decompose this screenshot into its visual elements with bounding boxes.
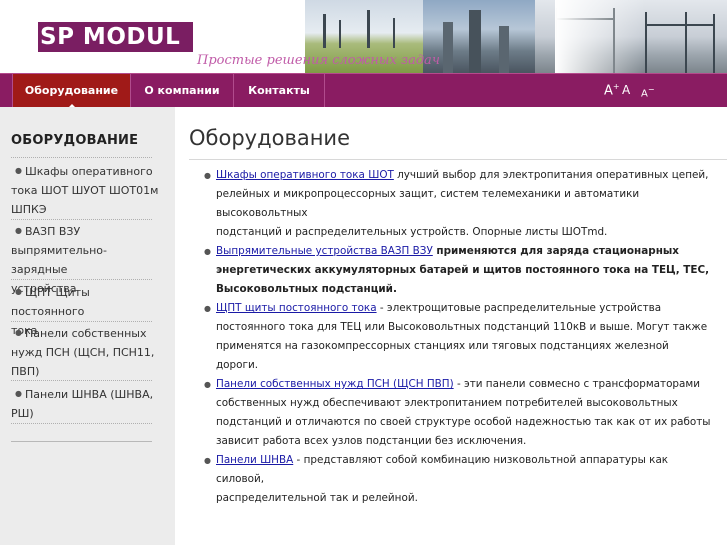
equipment-list: ● Шкафы оперативного тока ШОТ лучший выб… [204,166,711,508]
list-item: ● ЩПТ щиты постоянного тока - электрощит… [204,299,711,375]
sidebar-separator [11,157,152,158]
link-shot[interactable]: Шкафы оперативного тока ШОТ [216,169,394,181]
bullet-icon: ● [204,304,211,313]
link-shnva[interactable]: Панели ШНВА [216,454,293,466]
sidebar-end-rule [11,441,152,442]
sidebar: ОБОРУДОВАНИЕ ● Шкафы оперативного тока ШО… [0,107,175,545]
font-increase-button[interactable]: A+ [604,82,620,98]
nav-item-equipment[interactable]: Оборудование [13,74,131,108]
nav-item-contacts[interactable]: Контакты [234,74,325,107]
title-divider [189,159,727,160]
site-header: SP MODUL Простые решения сложных задач [0,0,727,73]
sidebar-separator [11,279,152,280]
main-content: Оборудование ● Шкафы оперативного тока Ш… [175,107,727,545]
site-logo[interactable]: SP MODUL [40,23,180,51]
site-tagline: Простые решения сложных задач [197,53,440,68]
list-item: ● Панели собственных нужд ПСН (ЩСН ПВП) … [204,375,711,451]
bullet-icon: ● [15,287,22,296]
font-normal-button[interactable]: A [622,83,630,97]
link-vazp[interactable]: Выпрямительные устройства ВАЗП ВЗУ [216,245,433,257]
main-navigation: Оборудование О компании Контакты A+ A A− [0,73,727,108]
sidebar-separator [11,219,152,220]
bullet-icon: ● [15,328,22,337]
bullet-icon: ● [204,380,211,389]
list-item: ● Выпрямительные устройства ВАЗП ВЗУ при… [204,242,711,299]
nav-item-about[interactable]: О компании [131,74,234,107]
sidebar-title: ОБОРУДОВАНИЕ [11,133,139,148]
list-item: ● Панели ШНВА - представляют собой комби… [204,451,711,508]
sidebar-separator [11,321,152,322]
link-psn[interactable]: Панели собственных нужд ПСН (ЩСН ПВП) [216,378,454,390]
sidebar-item-shnva[interactable]: ● Панели ШНВА (ШНВА, РШ) [11,384,161,423]
sidebar-item-psn[interactable]: ● Панели собственных нужд ПСН (ЩСН, ПСН11… [11,323,161,381]
sidebar-item-shot[interactable]: ● Шкафы оперативного тока ШОТ ШУОТ ШОТ01м… [11,161,161,219]
bullet-icon: ● [204,247,211,256]
bullet-icon: ● [15,389,22,398]
font-decrease-button[interactable]: A− [641,85,655,99]
sidebar-separator [11,380,152,381]
bullet-icon: ● [15,226,22,235]
sidebar-separator [11,423,152,424]
link-shpt[interactable]: ЩПТ щиты постоянного тока [216,302,377,314]
bullet-icon: ● [204,171,211,180]
bullet-icon: ● [204,456,211,465]
page-title: Оборудование [189,126,350,150]
list-item: ● Шкафы оперативного тока ШОТ лучший выб… [204,166,711,242]
bullet-icon: ● [15,166,22,175]
